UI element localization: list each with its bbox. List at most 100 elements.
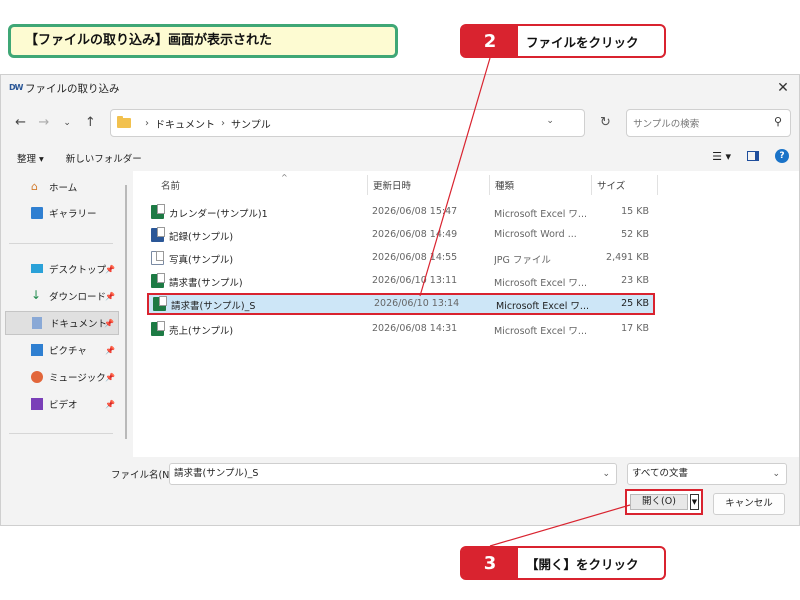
pin-icon[interactable]: 📌 bbox=[105, 400, 115, 409]
column-header-name[interactable]: 名前 ^ bbox=[155, 173, 367, 195]
breadcrumb-sample[interactable]: サンプル bbox=[231, 116, 271, 131]
breadcrumb-documents[interactable]: ドキュメント bbox=[155, 116, 215, 131]
search-input[interactable]: サンプルの検索 ⚲ bbox=[626, 109, 791, 137]
close-icon[interactable]: ✕ bbox=[773, 79, 793, 97]
step-3-callout: 3 【開く】をクリック bbox=[460, 546, 666, 580]
sidebar-item-music[interactable]: ミュージック 📌 bbox=[5, 365, 119, 389]
sidebar-item-documents[interactable]: ドキュメント 📌 bbox=[5, 311, 119, 335]
column-header-label: 種類 bbox=[495, 181, 515, 192]
filename-value: 請求書(サンプル)_S bbox=[174, 468, 259, 479]
pin-icon[interactable]: 📌 bbox=[105, 346, 115, 355]
column-header-label: 更新日時 bbox=[373, 181, 412, 192]
file-type: Microsoft Excel ワ... bbox=[494, 209, 586, 220]
file-name: カレンダー(サンプル)1 bbox=[169, 209, 268, 220]
column-divider[interactable] bbox=[657, 175, 658, 195]
sidebar-item-video[interactable]: ビデオ 📌 bbox=[5, 392, 119, 416]
help-icon[interactable]: ? bbox=[775, 149, 789, 163]
address-bar[interactable]: › ドキュメント › サンプル ⌄ bbox=[110, 109, 585, 137]
sidebar-divider bbox=[9, 433, 113, 434]
recent-chevron-icon[interactable]: ⌄ bbox=[56, 111, 79, 135]
dialog-body: ⌂ ホーム ギャラリー デスクトップ 📌 ↓ ダウンロード 📌 ドキュメント 📌… bbox=[1, 171, 799, 457]
search-icon: ⚲ bbox=[773, 115, 782, 128]
up-arrow-icon[interactable]: ↑ bbox=[79, 111, 102, 135]
sidebar-item-label: ギャラリー bbox=[49, 209, 97, 220]
file-row[interactable]: 写真(サンプル) 2026/06/08 14:55 JPG ファイル 2,491… bbox=[145, 247, 655, 269]
new-folder-button[interactable]: 新しいフォルダー bbox=[66, 151, 142, 165]
navigation-pane: ⌂ ホーム ギャラリー デスクトップ 📌 ↓ ダウンロード 📌 ドキュメント 📌… bbox=[1, 171, 131, 457]
sidebar-scrollbar[interactable] bbox=[125, 185, 127, 439]
refresh-icon[interactable]: ↻ bbox=[593, 110, 618, 136]
file-name: 写真(サンプル) bbox=[169, 255, 234, 266]
file-row[interactable]: 請求書(サンプル) 2026/06/10 13:11 Microsoft Exc… bbox=[145, 270, 655, 292]
file-size: 52 KB bbox=[621, 229, 649, 240]
excel-file-icon bbox=[153, 296, 167, 311]
file-name: 記録(サンプル) bbox=[169, 232, 234, 243]
sidebar-item-downloads[interactable]: ↓ ダウンロード 📌 bbox=[5, 284, 119, 308]
preview-pane-icon[interactable] bbox=[747, 151, 759, 161]
pin-icon[interactable]: 📌 bbox=[105, 373, 115, 382]
dialog-footer: ファイル名(N): 請求書(サンプル)_S ⌄ すべての文書 ⌄ 開く(O) ▼… bbox=[1, 457, 799, 525]
file-date: 2026/06/08 15:47 bbox=[372, 206, 458, 217]
video-icon bbox=[31, 398, 43, 410]
app-logo: DW bbox=[9, 83, 23, 92]
cancel-button[interactable]: キャンセル bbox=[713, 493, 785, 515]
word-file-icon bbox=[151, 227, 165, 242]
file-name: 請求書(サンプル) bbox=[169, 278, 243, 289]
organize-button[interactable]: 整理 ▾ bbox=[17, 151, 44, 165]
filetype-value: すべての文書 bbox=[632, 468, 688, 479]
navigation-bar: ← → ⌄ ↑ › ドキュメント › サンプル ⌄ ↻ サンプルの検索 ⚲ bbox=[1, 101, 799, 145]
sidebar-item-pictures[interactable]: ピクチャ 📌 bbox=[5, 338, 119, 362]
step-2-callout: 2 ファイルをクリック bbox=[460, 24, 666, 58]
sidebar-item-label: ダウンロード bbox=[49, 292, 107, 303]
music-icon bbox=[31, 371, 43, 383]
chevron-down-icon: ⌄ bbox=[772, 469, 780, 479]
filename-input[interactable]: 請求書(サンプル)_S ⌄ bbox=[169, 463, 617, 485]
sidebar-item-gallery[interactable]: ギャラリー bbox=[5, 201, 119, 225]
chevron-down-icon[interactable]: ⌄ bbox=[602, 464, 610, 484]
column-header-label: 名前 bbox=[161, 181, 181, 192]
chevron-right-icon: › bbox=[221, 117, 225, 129]
sidebar-item-label: ドキュメント bbox=[50, 319, 108, 330]
sort-ascending-icon: ^ bbox=[281, 173, 288, 182]
file-date: 2026/06/08 14:49 bbox=[372, 229, 458, 240]
file-list: 名前 ^ 更新日時 種類 サイズ カレンダー(サンプル)1 2026/06/08… bbox=[133, 171, 799, 457]
sidebar-item-label: ホーム bbox=[49, 183, 78, 194]
pin-icon[interactable]: 📌 bbox=[105, 265, 115, 274]
file-name: 請求書(サンプル)_S bbox=[171, 301, 256, 312]
chevron-right-icon: › bbox=[145, 117, 149, 129]
file-type: Microsoft Excel ワ... bbox=[496, 301, 588, 312]
download-icon: ↓ bbox=[31, 288, 42, 302]
file-row[interactable]: 記録(サンプル) 2026/06/08 14:49 Microsoft Word… bbox=[145, 224, 655, 246]
filetype-select[interactable]: すべての文書 ⌄ bbox=[627, 463, 787, 485]
excel-file-icon bbox=[151, 273, 165, 288]
file-type: JPG ファイル bbox=[494, 255, 551, 266]
documents-icon bbox=[32, 317, 42, 329]
view-options-icon[interactable]: ☰ ▾ bbox=[712, 150, 731, 163]
back-arrow-icon[interactable]: ← bbox=[9, 111, 32, 135]
file-date: 2026/06/08 14:55 bbox=[372, 252, 458, 263]
chevron-down-icon[interactable]: ⌄ bbox=[546, 116, 554, 126]
step-number: 2 bbox=[462, 26, 518, 56]
file-row[interactable]: カレンダー(サンプル)1 2026/06/08 15:47 Microsoft … bbox=[145, 201, 655, 223]
pin-icon[interactable]: 📌 bbox=[105, 292, 115, 301]
forward-arrow-icon[interactable]: → bbox=[32, 111, 55, 135]
file-row[interactable]: 売上(サンプル) 2026/06/08 14:31 Microsoft Exce… bbox=[145, 318, 655, 340]
step-number: 3 bbox=[462, 548, 518, 578]
file-size: 15 KB bbox=[621, 206, 649, 217]
search-placeholder: サンプルの検索 bbox=[633, 119, 700, 130]
file-size: 17 KB bbox=[621, 323, 649, 334]
open-button[interactable]: 開く(O) bbox=[630, 494, 688, 510]
column-header-label: サイズ bbox=[597, 181, 626, 192]
folder-icon bbox=[117, 116, 131, 128]
column-header-type[interactable]: 種類 bbox=[489, 175, 591, 195]
file-import-dialog: DW ファイルの取り込み ✕ ← → ⌄ ↑ › ドキュメント › サンプル ⌄… bbox=[0, 74, 800, 526]
pin-icon[interactable]: 📌 bbox=[104, 319, 114, 328]
file-row-selected[interactable]: 請求書(サンプル)_S 2026/06/10 13:14 Microsoft E… bbox=[147, 293, 655, 315]
column-header-date[interactable]: 更新日時 bbox=[367, 175, 489, 195]
sidebar-item-desktop[interactable]: デスクトップ 📌 bbox=[5, 257, 119, 281]
column-header-size[interactable]: サイズ bbox=[591, 175, 657, 195]
file-type: Microsoft Excel ワ... bbox=[494, 326, 586, 337]
sidebar-item-home[interactable]: ⌂ ホーム bbox=[5, 175, 119, 199]
pictures-icon bbox=[31, 344, 43, 356]
open-dropdown-icon[interactable]: ▼ bbox=[690, 494, 699, 510]
